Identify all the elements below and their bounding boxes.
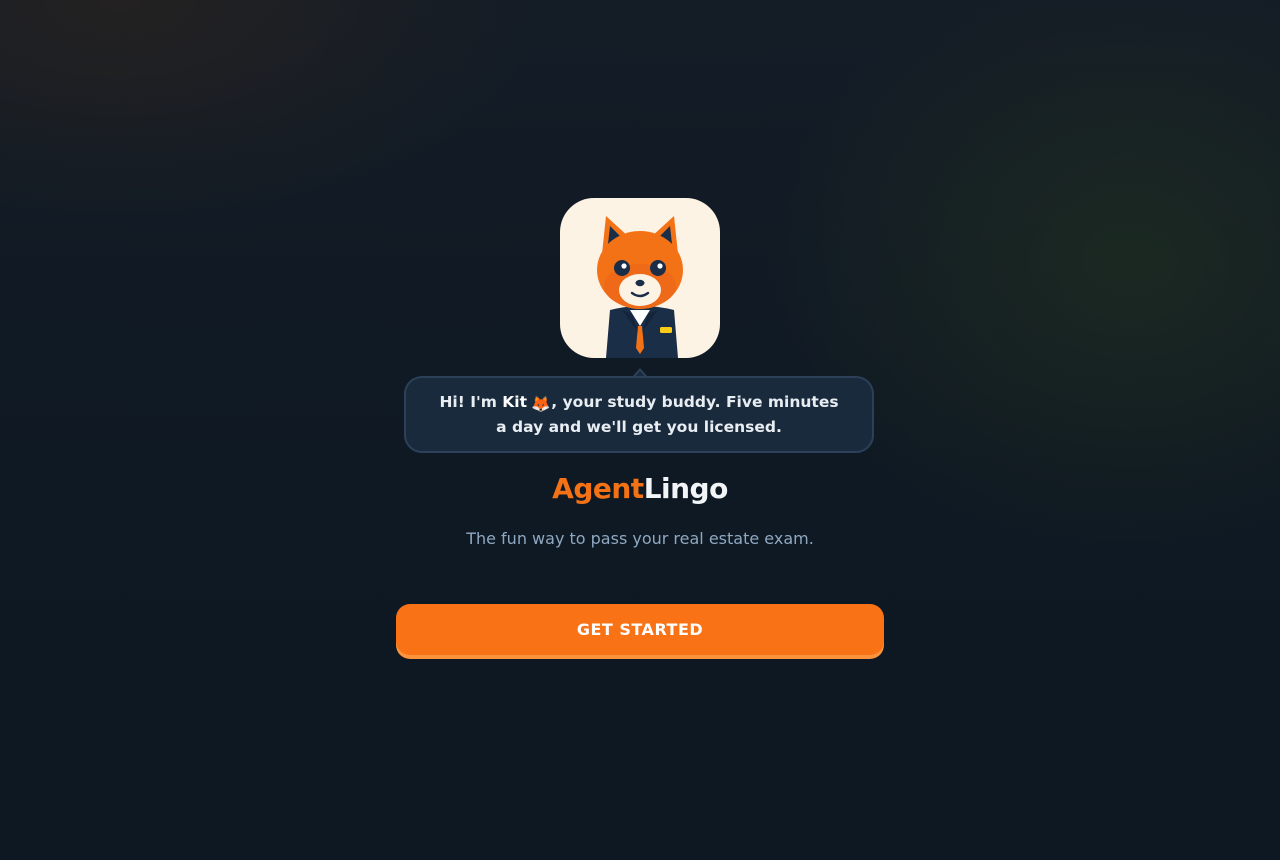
get-started-button[interactable]: GET STARTED: [396, 604, 884, 655]
brand-part-agent: Agent: [552, 472, 644, 505]
fox-emoji-icon: 🦊: [530, 394, 551, 413]
greeting-prefix: Hi! I'm: [439, 392, 503, 411]
mascot-avatar: [560, 198, 720, 358]
welcome-screen: Hi! I'm Kit 🦊, your study buddy. Five min…: [0, 0, 1280, 860]
mascot-name: Kit: [502, 392, 527, 411]
speech-bubble: Hi! I'm Kit 🦊, your study buddy. Five min…: [404, 376, 874, 453]
speech-bubble-text: Hi! I'm Kit 🦊, your study buddy. Five min…: [432, 391, 846, 439]
tagline: The fun way to pass your real estate exa…: [466, 529, 814, 548]
app-logo-wordmark: AgentLingo: [0, 472, 1280, 505]
fox-mascot-icon: [597, 216, 683, 358]
brand-part-lingo: Lingo: [643, 472, 729, 505]
get-started-label: GET STARTED: [576, 620, 704, 639]
